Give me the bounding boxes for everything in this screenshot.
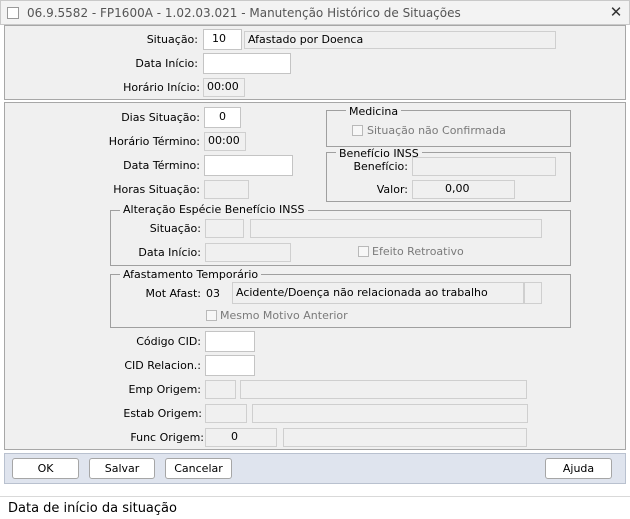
ajuda-button[interactable]: Ajuda (545, 458, 612, 479)
mot-afast-desc: Acidente/Doença não relacionada ao traba… (232, 282, 524, 304)
estab-origem-code (205, 404, 247, 423)
medicina-title: Medicina (346, 105, 402, 118)
func-origem-label: Func Origem: (130, 431, 204, 444)
mesmo-motivo-anterior-label: Mesmo Motivo Anterior (220, 309, 348, 322)
dias-situacao-label: Dias Situação: (121, 111, 200, 124)
cid-relacion-input[interactable] (205, 355, 255, 376)
mot-afast-label: Mot Afast: (145, 287, 201, 300)
alteracao-data-inicio-label: Data Início: (138, 246, 201, 259)
app-icon (7, 7, 19, 19)
horario-termino-label: Horário Término: (108, 135, 200, 148)
beneficio-label: Benefício: (353, 160, 408, 173)
emp-origem-label: Emp Origem: (128, 383, 201, 396)
alteracao-situacao-code (205, 219, 244, 238)
afastamento-temporario-title: Afastamento Temporário (120, 268, 262, 281)
beneficio-inss-title: Benefício INSS (336, 147, 422, 160)
ok-button[interactable]: OK (12, 458, 79, 479)
salvar-button[interactable]: Salvar (89, 458, 155, 479)
emp-origem-code (205, 380, 236, 399)
valor-field: 0,00 (412, 180, 515, 199)
situacao-label: Situação: (146, 33, 198, 46)
horario-inicio-label: Horário Início: (123, 81, 200, 94)
title-bar: 06.9.5582 - FP1600A - 1.02.03.021 - Manu… (0, 0, 630, 25)
codigo-cid-label: Código CID: (136, 335, 201, 348)
data-termino-input[interactable] (204, 155, 293, 176)
situacao-nao-confirmada-checkbox[interactable] (352, 125, 363, 136)
situacao-desc-field: Afastado por Doenca (244, 31, 556, 49)
situacao-nao-confirmada-label: Situação não Confirmada (367, 124, 506, 137)
mesmo-motivo-anterior-checkbox[interactable] (206, 310, 217, 321)
func-origem-code: 0 (205, 428, 277, 447)
data-termino-label: Data Término: (123, 159, 200, 172)
situacao-code-input[interactable]: 10 (203, 29, 242, 50)
window-title: 06.9.5582 - FP1600A - 1.02.03.021 - Manu… (27, 6, 461, 20)
alteracao-situacao-label: Situação: (149, 222, 201, 235)
alteracao-situacao-desc (250, 219, 542, 238)
efeito-retroativo-label: Efeito Retroativo (372, 245, 464, 258)
data-inicio-label: Data Início: (135, 57, 198, 70)
alteracao-data-inicio-field (205, 243, 291, 262)
status-bar: Data de início da situação (0, 496, 630, 519)
estab-origem-desc (252, 404, 528, 423)
efeito-retroativo-checkbox[interactable] (358, 246, 369, 257)
valor-label: Valor: (376, 183, 408, 196)
horas-situacao-label: Horas Situação: (113, 183, 200, 196)
emp-origem-desc (240, 380, 527, 399)
codigo-cid-input[interactable] (205, 331, 255, 352)
mot-afast-lookup-button[interactable] (524, 282, 542, 304)
horario-termino-field: 00:00 (204, 132, 246, 151)
dias-situacao-input[interactable]: 0 (204, 107, 241, 128)
beneficio-field (412, 157, 556, 176)
close-icon[interactable]: ✕ (607, 3, 625, 21)
cid-relacion-label: CID Relacion.: (124, 359, 201, 372)
horario-inicio-field: 00:00 (203, 78, 245, 97)
data-inicio-input[interactable] (203, 53, 291, 74)
estab-origem-label: Estab Origem: (123, 407, 202, 420)
func-origem-desc (283, 428, 527, 447)
horas-situacao-field (204, 180, 249, 199)
cancelar-button[interactable]: Cancelar (165, 458, 232, 479)
alteracao-especie-title: Alteração Espécie Benefício INSS (120, 203, 308, 216)
mot-afast-code: 03 (206, 287, 220, 300)
